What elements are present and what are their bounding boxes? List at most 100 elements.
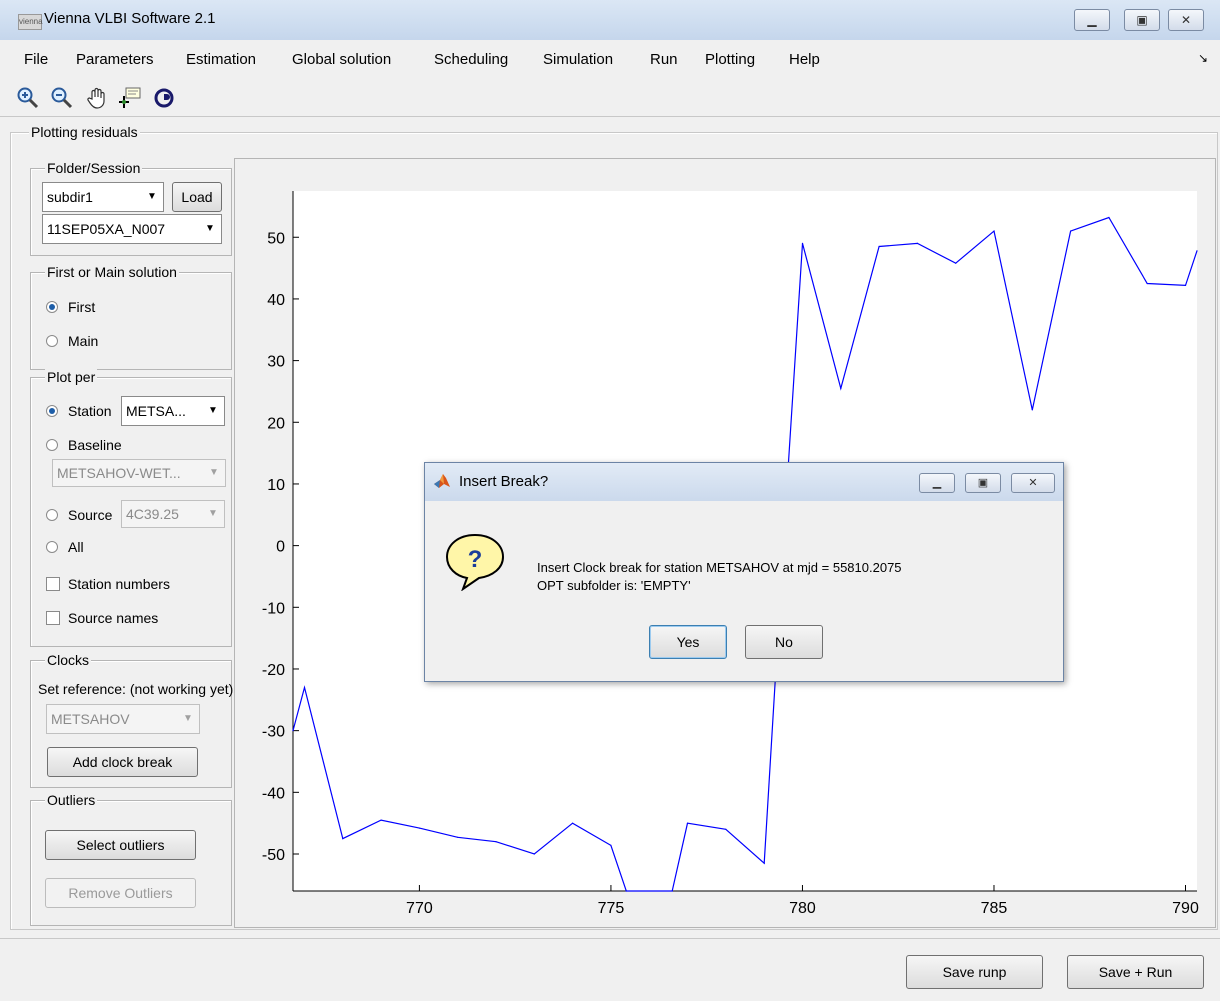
set-reference-label: Set reference: (not working yet) [38,681,234,697]
zoom-in-icon[interactable] [16,86,40,110]
y-tick-label: -40 [262,785,285,802]
close-button[interactable]: ✕ [1168,9,1204,31]
y-tick-label: -20 [262,662,285,679]
yes-button[interactable]: Yes [649,625,727,659]
folder-dropdown[interactable]: subdir1 ▼ [42,182,164,212]
menu-help[interactable]: Help [789,51,820,68]
data-point [1146,282,1148,285]
x-tick-label: 780 [789,900,816,917]
rotate-3d-icon[interactable] [152,86,176,110]
baseline-value: METSAHOV-WET... [57,465,181,481]
save-run-button[interactable]: Save + Run [1067,955,1204,989]
y-tick-label: -50 [262,847,285,864]
y-tick-label: -30 [262,724,285,741]
pan-hand-icon[interactable] [86,86,110,110]
y-tick-label: 50 [267,230,285,247]
data-point [292,730,294,732]
baseline-radio[interactable] [46,439,58,451]
dialog-title-bar[interactable]: Insert Break? ▁ ▣ ✕ [425,463,1063,501]
data-point [955,262,957,264]
session-value: 11SEP05XA_N007 [47,221,166,237]
dialog-minimize-button[interactable]: ▁ [919,473,955,493]
first-label: First [68,299,96,315]
maximize-button[interactable]: ▣ [1124,9,1160,31]
menu-scheduling[interactable]: Scheduling [434,51,508,68]
source-names-checkbox[interactable] [46,611,60,625]
data-point [725,828,727,830]
chevron-down-icon: ▼ [209,467,219,478]
data-point [801,242,804,244]
data-cursor-icon[interactable] [118,86,142,110]
zoom-out-icon[interactable] [50,86,74,110]
data-point [342,838,344,840]
all-radio[interactable] [46,541,58,553]
data-point [418,827,420,829]
menu-plotting[interactable]: Plotting [705,51,755,68]
reference-dropdown: METSAHOV ▼ [46,704,200,734]
data-point [572,822,574,824]
y-tick-label: 30 [267,354,285,371]
menu-simulation[interactable]: Simulation [543,51,613,68]
station-radio[interactable] [46,405,58,417]
data-point [1031,409,1033,411]
data-point [457,836,459,838]
dialog-close-button[interactable]: ✕ [1011,473,1055,493]
menu-run[interactable]: Run [650,51,678,68]
station-value: METSA... [126,403,186,419]
menu-file[interactable]: File [24,51,48,68]
select-outliers-button[interactable]: Select outliers [45,830,196,860]
source-names-label: Source names [68,610,159,626]
data-point [495,841,497,843]
chevron-down-icon: ▼ [205,223,215,234]
data-point [380,819,382,821]
all-label: All [68,539,84,555]
station-numbers-checkbox[interactable] [46,577,60,591]
data-point [610,844,612,847]
data-point [625,890,627,892]
data-point [763,862,765,864]
session-dropdown[interactable]: 11SEP05XA_N007 ▼ [42,214,222,244]
data-point [671,890,673,892]
save-runp-button[interactable]: Save runp [906,955,1043,989]
plotting-residuals-title: Plotting residuals [29,124,140,140]
solution-title: First or Main solution [45,264,179,280]
data-point [1070,230,1072,232]
menu-estimation[interactable]: Estimation [186,51,256,68]
data-point [878,245,880,248]
minimize-button[interactable]: ▁ [1074,9,1110,31]
x-tick-label: 775 [598,900,625,917]
data-point [916,242,919,244]
chevron-down-icon: ▼ [208,405,218,416]
data-point [1196,250,1198,252]
title-bar[interactable]: vienna Vienna VLBI Software 2.1 ▁ ▣ ✕ [0,0,1220,41]
add-clock-break-button[interactable]: Add clock break [47,747,198,777]
station-dropdown[interactable]: METSA... ▼ [121,396,225,426]
source-radio[interactable] [46,509,58,521]
question-glyph: ? [468,546,483,573]
data-point [686,822,689,824]
dialog-maximize-button[interactable]: ▣ [965,473,1001,493]
menu-parameters[interactable]: Parameters [76,51,154,68]
menu-overflow-icon[interactable]: ↘ [1198,51,1208,65]
chevron-down-icon: ▼ [208,508,218,519]
y-tick-label: 40 [267,292,285,309]
load-button[interactable]: Load [172,182,222,212]
x-tick-label: 770 [406,900,433,917]
question-icon: ? [445,533,505,591]
insert-break-dialog[interactable]: Insert Break? ▁ ▣ ✕ ? Insert Clock break… [424,462,1064,682]
data-point [303,686,306,689]
y-tick-label: 20 [267,415,285,432]
menu-global-solution[interactable]: Global solution [292,51,391,68]
remove-outliers-button: Remove Outliers [45,878,196,908]
main-label: Main [68,333,99,349]
station-numbers-label: Station numbers [68,576,170,592]
main-radio[interactable] [46,335,58,347]
no-button[interactable]: No [745,625,823,659]
baseline-dropdown: METSAHOV-WET... ▼ [52,459,226,487]
chevron-down-icon: ▼ [183,713,193,724]
source-dropdown: 4C39.25 ▼ [121,500,225,528]
station-label: Station [68,403,112,419]
first-radio[interactable] [46,301,58,313]
data-point [840,387,842,389]
y-tick-label: 10 [267,477,285,494]
